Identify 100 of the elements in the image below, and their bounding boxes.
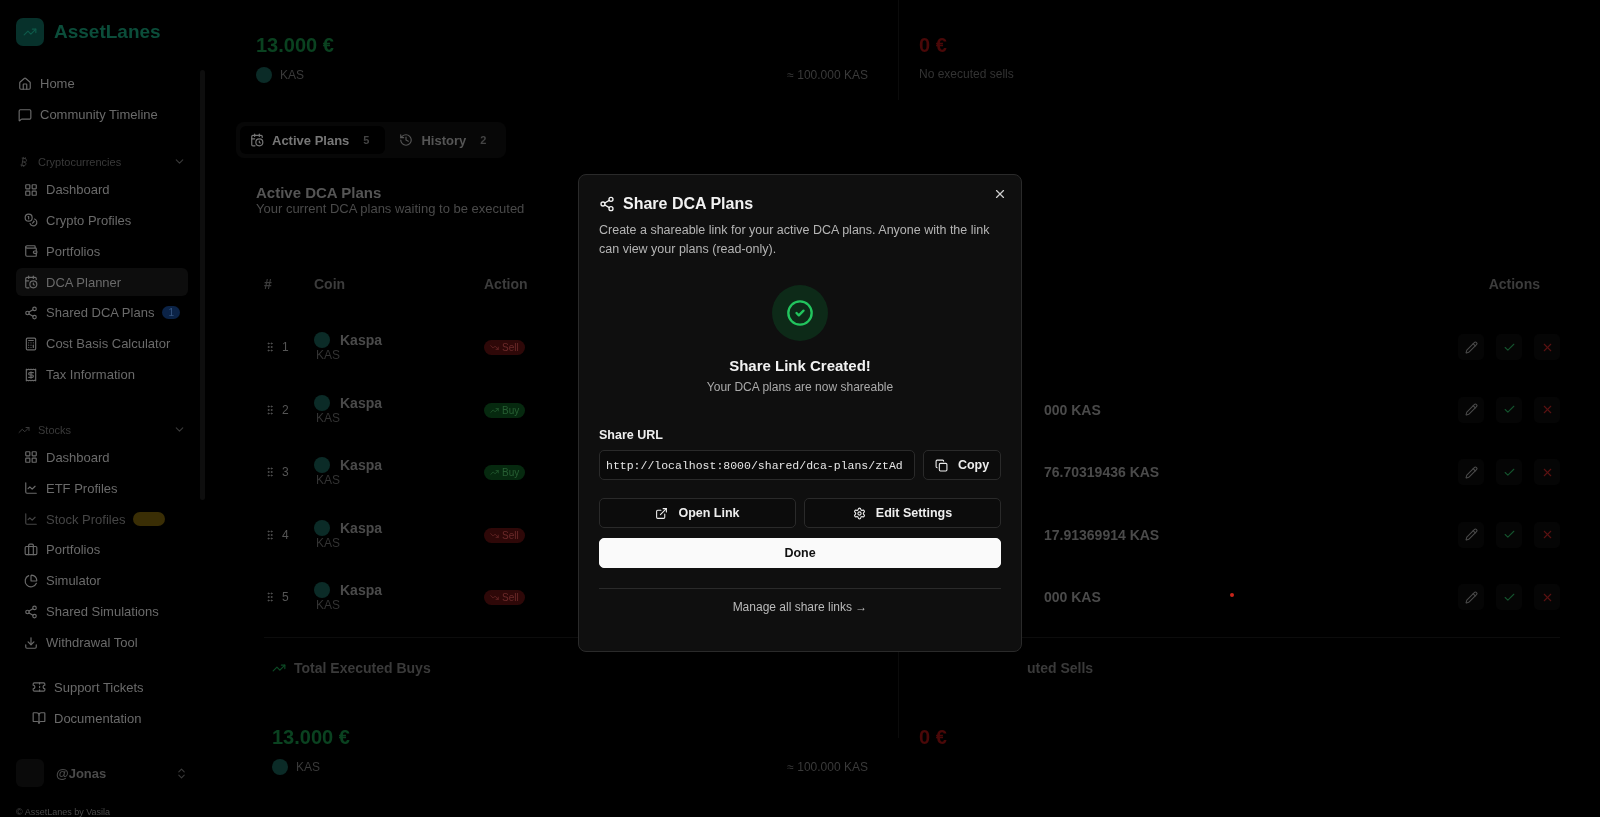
approx-amount: ≈ 100.000 KAS — [787, 759, 868, 774]
success-title: Share Link Created! — [728, 357, 872, 374]
nav-item[interactable]: Withdrawal Tool — [16, 628, 188, 657]
trending-down-icon — [490, 530, 499, 540]
edit-settings-button[interactable]: Edit Settings — [804, 498, 1001, 528]
coin-symbol: KAS — [296, 759, 320, 774]
amount: 13.000 € — [272, 725, 351, 749]
amount: 13.000 € — [256, 34, 335, 57]
confirm-button[interactable] — [1496, 396, 1522, 423]
nav-item[interactable]: Portfolios — [16, 536, 188, 564]
calendar-clock-icon — [250, 133, 264, 147]
share-icon — [599, 196, 615, 212]
pencil-icon — [1464, 528, 1478, 542]
section-subtitle: Your current DCA plans waiting to be executed — [256, 201, 525, 216]
check-circle-icon — [786, 299, 814, 327]
edit-button[interactable] — [1458, 584, 1484, 611]
confirm-button[interactable] — [1496, 459, 1522, 486]
dialog-description: Create a shareable link for your active DCA plans. Anyone with the link can view your plans (read-only). — [599, 222, 991, 258]
chat-icon — [18, 107, 32, 122]
nav-item[interactable]: Community Timeline — [16, 100, 188, 129]
nav-item[interactable]: Home — [16, 70, 188, 98]
row-number: 1 — [282, 340, 289, 355]
nav-item[interactable]: Portfolios — [16, 237, 188, 266]
nav-item[interactable]: Crypto Profiles — [16, 206, 188, 235]
ticket-icon — [32, 680, 46, 695]
share-icon — [24, 604, 38, 619]
nav-item[interactable]: Simulator — [16, 566, 188, 595]
drag-handle-icon[interactable] — [264, 403, 276, 416]
edit-button[interactable] — [1458, 396, 1484, 423]
tab-count: 5 — [362, 133, 371, 147]
pencil-icon — [1464, 590, 1478, 604]
edit-button[interactable] — [1458, 459, 1484, 486]
nav-item[interactable]: Documentation — [16, 704, 188, 733]
nav-item[interactable]: Tax Information — [16, 360, 188, 389]
edit-button[interactable] — [1458, 521, 1484, 548]
success-text: Your DCA plans are now shareable — [705, 380, 895, 394]
delete-button[interactable] — [1534, 396, 1560, 423]
nav-item[interactable]: Cost Basis Calculator — [16, 329, 188, 358]
nav-item[interactable]: Shared Simulations — [16, 597, 188, 626]
nav-item[interactable]: ETF Profiles — [16, 474, 188, 503]
confirm-button[interactable] — [1496, 334, 1522, 361]
book-icon — [32, 711, 46, 726]
column-header: # — [264, 276, 273, 292]
tab[interactable]: Active Plans 5 — [240, 126, 386, 154]
url-field[interactable]: http://localhost:8000/shared/dca-plans/ztAd — [599, 450, 915, 480]
coin-name: Kaspa — [340, 457, 383, 474]
row-number: 4 — [282, 527, 289, 542]
column-header: Actions — [1487, 276, 1541, 292]
pie-chart-icon — [24, 573, 38, 588]
nav-item[interactable]: Dashboard — [16, 443, 188, 472]
grid-icon — [24, 450, 38, 465]
total-title: uted Sells — [1027, 659, 1094, 676]
open-link-button[interactable]: Open Link — [599, 498, 796, 528]
grid-icon — [24, 182, 38, 197]
delete-button[interactable] — [1534, 584, 1560, 611]
done-button[interactable]: Done — [599, 538, 1001, 568]
tab[interactable]: History 2 — [389, 126, 503, 154]
drag-handle-icon[interactable] — [264, 341, 276, 354]
coin-icon — [314, 582, 330, 599]
receipt-icon — [24, 367, 38, 382]
calculator-icon — [24, 336, 38, 351]
settings-icon — [852, 506, 866, 520]
confirm-button[interactable] — [1496, 521, 1522, 548]
coin-symbol: KAS — [280, 68, 304, 82]
footer-text: © AssetLanes by Vasila — [16, 807, 111, 817]
drag-handle-icon[interactable] — [264, 528, 276, 541]
nav-item[interactable]: Support Tickets — [16, 673, 188, 702]
manage-links-link[interactable]: Manage all share links → — [732, 600, 868, 614]
close-icon — [993, 187, 1007, 201]
coin-icon — [314, 394, 330, 411]
drag-handle-icon[interactable] — [264, 591, 276, 604]
amount-cell: 000 KAS — [1044, 589, 1101, 606]
line-chart-icon — [24, 512, 38, 527]
confirm-button[interactable] — [1496, 584, 1522, 611]
home-icon — [18, 76, 32, 91]
user-name[interactable]: @Jonas — [56, 765, 163, 781]
delete-button[interactable] — [1534, 521, 1560, 548]
delete-button[interactable] — [1534, 334, 1560, 361]
tab-count: 2 — [479, 133, 488, 147]
total-title: Total Executed Buys — [294, 659, 431, 676]
trending-up-icon — [490, 405, 499, 415]
logo-icon — [16, 18, 44, 46]
download-icon — [24, 635, 38, 650]
nav-item[interactable]: DCA Planner — [16, 268, 188, 297]
copy-button[interactable]: Copy — [923, 450, 1001, 480]
bitcoin-icon — [18, 155, 30, 168]
edit-button[interactable] — [1458, 334, 1484, 361]
coin-icon — [314, 519, 330, 536]
nav-item[interactable]: Dashboard — [16, 175, 188, 204]
pencil-icon — [1464, 340, 1478, 354]
field-label: Share URL — [599, 428, 664, 442]
wallet-icon — [24, 244, 38, 259]
drag-handle-icon[interactable] — [264, 466, 276, 479]
coins-icon — [24, 213, 38, 228]
amount: 0 € — [919, 725, 948, 749]
history-icon — [399, 133, 414, 147]
delete-button[interactable] — [1534, 459, 1560, 486]
amount-cell: 76.70319436 KAS — [1044, 464, 1160, 481]
approx-amount: ≈ 100.000 KAS — [787, 68, 868, 82]
chevrons-icon[interactable] — [175, 766, 188, 780]
